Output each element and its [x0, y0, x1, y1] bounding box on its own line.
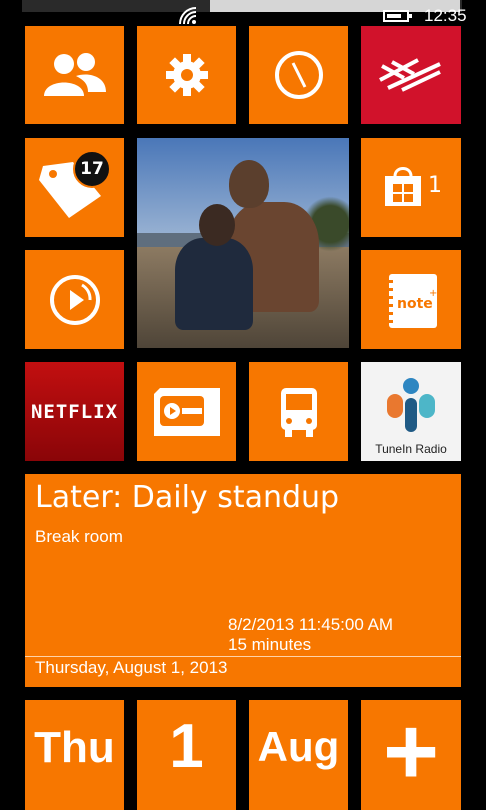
photo-person-child: [175, 238, 253, 330]
wifi-signal-icon: [179, 7, 197, 25]
tile-browser[interactable]: [249, 26, 348, 124]
tile-settings[interactable]: [137, 26, 236, 124]
tile-month[interactable]: Aug: [249, 700, 348, 810]
tile-add[interactable]: +: [361, 700, 461, 810]
photo-person-adult-head: [229, 160, 269, 208]
compass-icon: [274, 51, 323, 99]
status-clock: 12:35: [424, 6, 467, 25]
add-icon: +: [382, 700, 440, 805]
calendar-event-title: Later: Daily standup: [35, 480, 340, 515]
tile-photo[interactable]: [137, 138, 349, 348]
svg-text:+: +: [429, 288, 437, 299]
tile-date[interactable]: 1: [137, 700, 236, 810]
tile-podcast[interactable]: [137, 362, 236, 461]
calendar-current-date: Thursday, August 1, 2013: [35, 658, 228, 677]
tile-netflix[interactable]: NETFLIX: [25, 362, 124, 461]
tile-transit[interactable]: [249, 362, 348, 461]
calendar-event-datetime: 8/2/2013 11:45:00 AM: [228, 615, 394, 634]
date-label: 1: [169, 712, 204, 781]
tile-music[interactable]: [25, 250, 124, 349]
gear-icon: [165, 54, 208, 96]
tile-people[interactable]: [25, 26, 124, 124]
store-bag-icon: [385, 167, 421, 206]
calendar-event-duration: 15 minutes: [228, 635, 312, 654]
calendar-divider: [25, 656, 461, 657]
tunein-label: TuneIn Radio: [375, 442, 447, 456]
status-bar: 12:35: [0, 0, 486, 28]
cassette-icon: [153, 387, 220, 436]
tile-store[interactable]: [361, 138, 461, 237]
tile-day[interactable]: Thu: [25, 700, 124, 810]
netflix-logo-text: NETFLIX: [30, 400, 119, 423]
note-label: note: [397, 296, 433, 312]
music-play-icon: [49, 274, 100, 325]
tile-tunein-radio[interactable]: TuneIn Radio: [361, 362, 461, 461]
day-label: Thu: [34, 723, 115, 772]
month-label: Aug: [257, 723, 340, 770]
status-bar-background-strip-light: [210, 0, 460, 12]
photo-person-child-head: [199, 204, 235, 246]
calendar-event-location: Break room: [35, 527, 123, 546]
people-icon: [43, 53, 106, 96]
tile-bank[interactable]: [361, 26, 461, 124]
tile-note[interactable]: note +: [361, 250, 461, 349]
notification-badge: 17: [73, 150, 111, 188]
tile-calendar[interactable]: Later: Daily standup Break room 8/2/2013…: [25, 474, 461, 687]
tunein-logo-icon: [387, 378, 435, 432]
note-icon: note +: [383, 273, 437, 328]
battery-icon: [383, 10, 412, 22]
bus-icon: [280, 387, 317, 437]
tile-tag[interactable]: [25, 138, 124, 237]
bank-flag-icon: [379, 58, 441, 92]
battery-level-fill: [387, 14, 401, 18]
store-update-count: 1: [428, 173, 442, 198]
